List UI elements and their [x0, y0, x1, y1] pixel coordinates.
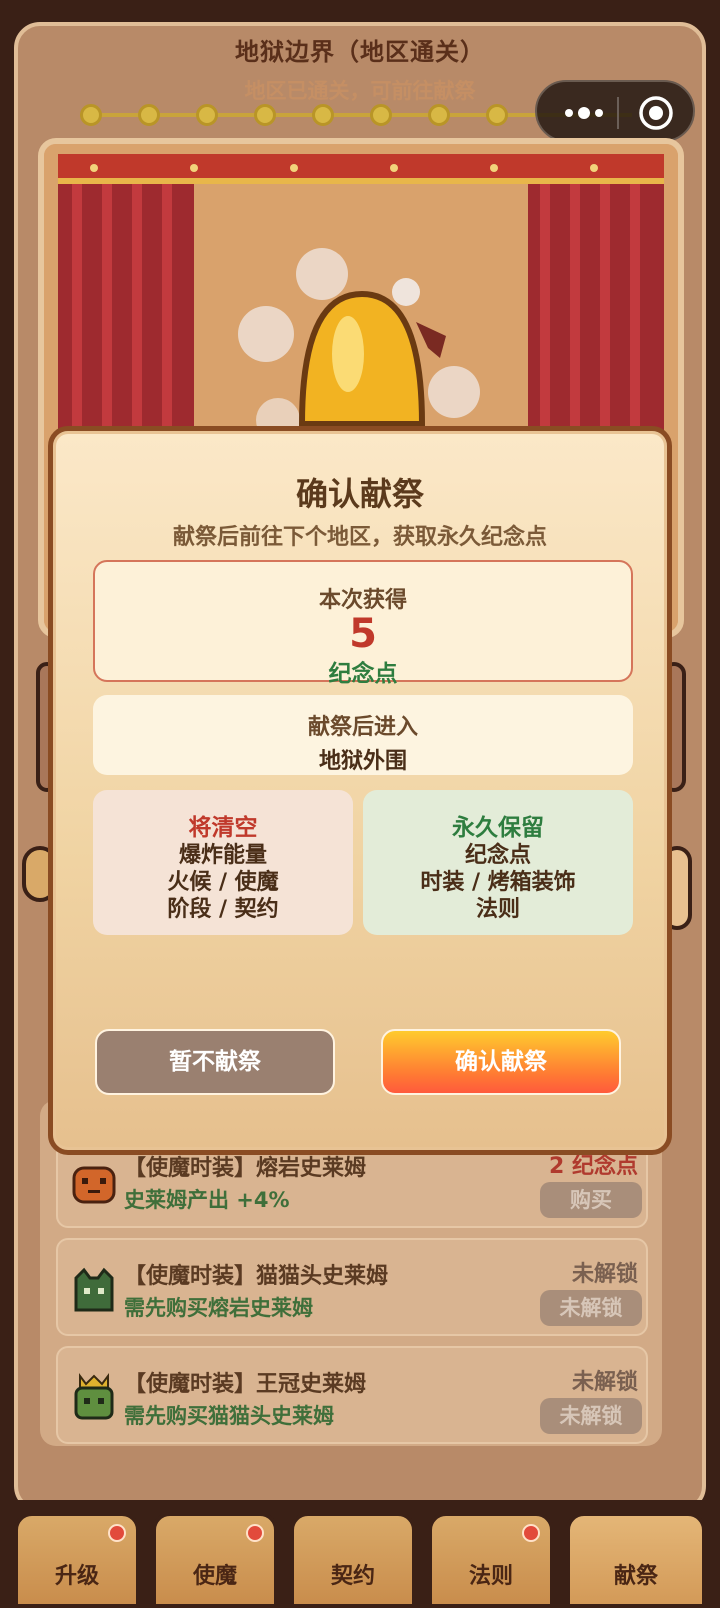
list-item[interactable]: 【使魔时装】王冠史莱姆 需先购买猫猫头史莱姆 未解锁 未解锁	[56, 1346, 648, 1444]
item-cost: 未解锁	[571, 1370, 638, 1395]
tab-rules[interactable]: 法则	[428, 1512, 554, 1608]
progress-dot	[138, 104, 160, 126]
permanent-keep-line: 法则	[475, 897, 520, 922]
progress-dot	[254, 104, 276, 126]
item-desc: 史莱姆产出 +4%	[124, 1188, 290, 1212]
will-clear-line: 爆炸能量	[178, 843, 267, 868]
tab-label: 献祭	[613, 1564, 658, 1589]
notification-badge	[246, 1524, 264, 1542]
cat-slime-icon	[74, 1267, 114, 1312]
list-item[interactable]: 【使魔时装】猫猫头史莱姆 需先购买熔岩史莱姆 未解锁 未解锁	[56, 1238, 648, 1336]
dialog-title: 确认献祭	[295, 475, 424, 513]
locked-button[interactable]: 未解锁	[540, 1290, 642, 1326]
will-clear-title: 将清空	[188, 815, 258, 841]
reward-label: 本次获得	[318, 588, 407, 613]
notification-badge	[108, 1524, 126, 1542]
locked-button[interactable]: 未解锁	[540, 1398, 642, 1434]
item-desc: 需先购买猫猫头史莱姆	[124, 1404, 334, 1428]
tab-upgrade[interactable]: 升级	[14, 1512, 140, 1608]
sacrifice-confirm-dialog: 确认献祭 献祭后前往下个地区，获取永久纪念点 本次获得 5 纪念点 献祭后进入 …	[48, 426, 672, 1155]
buy-button[interactable]: 购买	[540, 1182, 642, 1218]
permanent-keep-box: 永久保留 纪念点 时装 / 烤箱装饰 法则	[363, 790, 633, 935]
item-desc: 需先购买熔岩史莱姆	[124, 1296, 313, 1320]
progress-dot	[80, 104, 102, 126]
lava-slime-icon	[72, 1166, 116, 1204]
progress-dot	[486, 104, 508, 126]
reward-value: 5	[349, 611, 377, 657]
miniprogram-capsule	[535, 80, 695, 142]
progress-dot	[196, 104, 218, 126]
reward-unit: 纪念点	[328, 661, 398, 687]
permanent-keep-line: 纪念点	[464, 843, 531, 868]
item-name: 【使魔时装】王冠史莱姆	[124, 1372, 367, 1397]
region-title: 地狱边界（地区通关）	[235, 38, 485, 66]
tab-label: 契约	[330, 1564, 375, 1589]
permanent-keep-title: 永久保留	[452, 815, 544, 841]
next-region-label: 献祭后进入	[307, 715, 418, 740]
next-region-box: 献祭后进入 地狱外围	[93, 695, 633, 775]
notification-badge	[522, 1524, 540, 1542]
tab-contract[interactable]: 契约	[290, 1512, 416, 1608]
reward-box: 本次获得 5 纪念点	[93, 560, 633, 687]
cancel-sacrifice-button[interactable]: 暂不献祭	[95, 1029, 335, 1095]
close-miniprogram-icon[interactable]	[638, 95, 674, 131]
permanent-keep-line: 时装 / 烤箱装饰	[420, 870, 576, 895]
capsule-divider	[617, 97, 619, 129]
tab-familiar[interactable]: 使魔	[152, 1512, 278, 1608]
crown-slime-icon	[74, 1373, 114, 1420]
will-clear-box: 将清空 爆炸能量 火候 / 使魔 阶段 / 契约	[93, 790, 353, 935]
more-icon[interactable]	[559, 98, 609, 128]
item-name: 【使魔时装】猫猫头史莱姆	[124, 1264, 389, 1289]
dialog-description: 献祭后前往下个地区，获取永久纪念点	[172, 525, 547, 550]
tab-label: 法则	[468, 1564, 513, 1589]
tab-label: 升级	[54, 1564, 99, 1589]
item-cost: 未解锁	[571, 1262, 638, 1287]
progress-dot	[428, 104, 450, 126]
tab-label: 使魔	[192, 1564, 237, 1589]
will-clear-line: 火候 / 使魔	[167, 870, 279, 895]
progress-dot	[370, 104, 392, 126]
next-region-name: 地狱外围	[318, 749, 407, 774]
will-clear-line: 阶段 / 契约	[167, 897, 279, 922]
progress-dot	[312, 104, 334, 126]
tab-sacrifice[interactable]: 献祭	[566, 1512, 706, 1608]
confirm-sacrifice-button[interactable]: 确认献祭	[381, 1029, 621, 1095]
